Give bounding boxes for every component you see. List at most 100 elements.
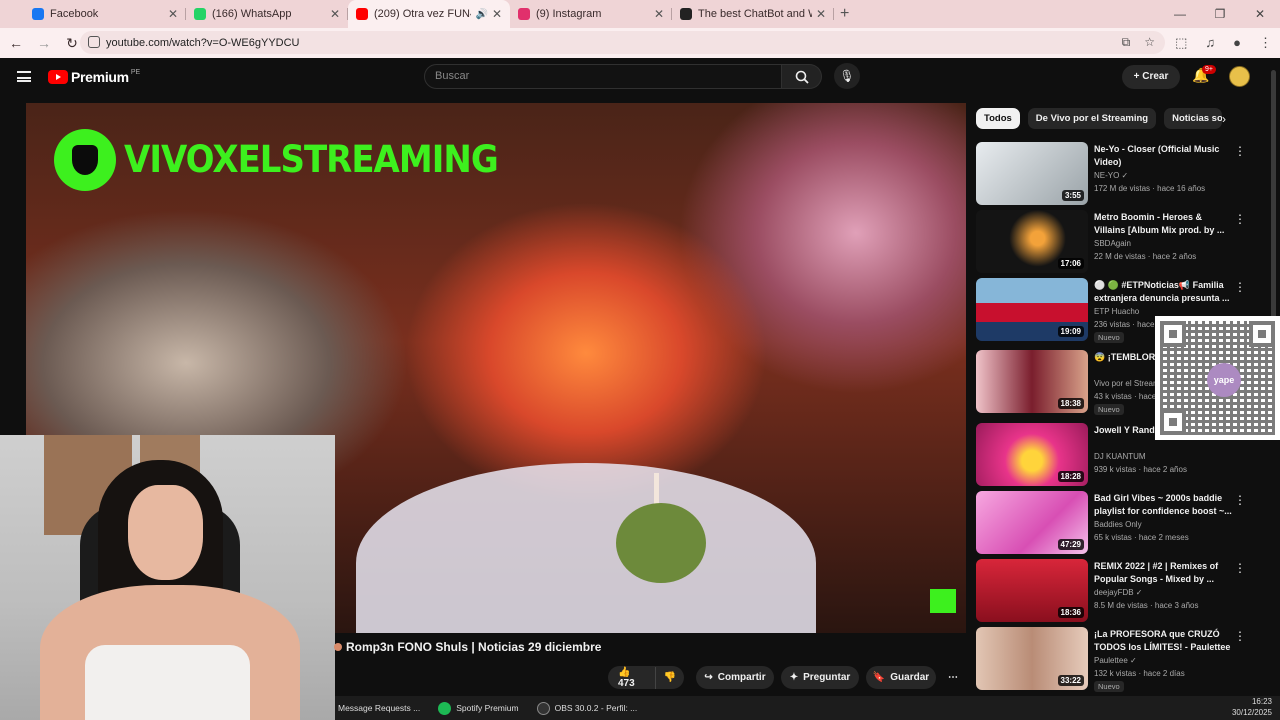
- more-vert-icon[interactable]: ⋮: [1234, 212, 1246, 226]
- rec-title[interactable]: ⚪ 🟢 #ETPNoticias📢 Familia extranjera den…: [1094, 279, 1234, 305]
- address-bar[interactable]: youtube.com/watch?v=O-WE6gYYDCU ⧉ ☆: [80, 31, 1165, 54]
- instagram-icon: [518, 8, 530, 20]
- profile-icon[interactable]: ●: [1233, 35, 1241, 51]
- youtube-header: Premium PE Buscar 🎙 + Crear 🔔 9+: [0, 58, 1280, 98]
- avatar[interactable]: [1229, 66, 1250, 87]
- list-item[interactable]: 33:22 ¡La PROFESORA que CRUZÓ TODOS los …: [976, 627, 1276, 692]
- maximize-icon[interactable]: ❐: [1200, 0, 1240, 28]
- close-icon[interactable]: ✕: [816, 7, 826, 21]
- ask-button[interactable]: ✦ Preguntar: [781, 666, 859, 689]
- url-text: youtube.com/watch?v=O-WE6gYYDCU: [106, 36, 300, 49]
- channel-avatar[interactable]: [334, 643, 342, 651]
- share-button[interactable]: ↪ Compartir: [696, 666, 774, 689]
- close-icon[interactable]: ✕: [492, 7, 502, 21]
- create-button[interactable]: + Crear: [1122, 65, 1180, 89]
- taskbar-item-messages[interactable]: Message Requests ...: [338, 703, 420, 713]
- more-vert-icon[interactable]: ⋮: [1234, 493, 1246, 507]
- forward-icon[interactable]: →: [32, 35, 56, 51]
- more-vert-icon[interactable]: ⋮: [1234, 629, 1246, 643]
- close-icon[interactable]: ✕: [330, 7, 340, 21]
- tab-chatbot[interactable]: The best ChatBot and Widgets ✕: [672, 0, 834, 28]
- save-button[interactable]: 🔖 Guardar: [866, 666, 936, 689]
- menu-icon[interactable]: ⋮: [1259, 35, 1272, 51]
- taskbar-item-spotify[interactable]: Spotify Premium: [438, 701, 519, 715]
- more-actions-icon[interactable]: ⋯: [941, 666, 965, 689]
- clock-date: 30/12/2025: [1231, 708, 1272, 717]
- rec-title[interactable]: Bad Girl Vibes ~ 2000s baddie playlist f…: [1094, 492, 1234, 518]
- hamburger-menu-icon[interactable]: [17, 71, 31, 82]
- rec-channel[interactable]: Paulettee ✓: [1094, 656, 1137, 665]
- chip-noticias[interactable]: Noticias sob: [1164, 108, 1223, 129]
- list-item[interactable]: 3:55 Ne-Yo - Closer (Official Music Vide…: [976, 142, 1276, 206]
- new-tab-icon[interactable]: +: [840, 5, 849, 23]
- media-icon[interactable]: ♫: [1205, 35, 1215, 51]
- system-clock[interactable]: 16:23 30/12/2025: [1232, 696, 1272, 718]
- video-thumbnail[interactable]: 47:29: [976, 491, 1088, 554]
- youtube-logo[interactable]: Premium PE: [48, 69, 140, 85]
- video-thumbnail[interactable]: 19:09: [976, 278, 1088, 341]
- like-button[interactable]: 👍 473: [608, 666, 656, 689]
- video-thumbnail[interactable]: 17:06: [976, 210, 1088, 273]
- tab-label: (166) WhatsApp: [212, 8, 292, 20]
- close-icon[interactable]: ✕: [168, 7, 178, 21]
- rec-title[interactable]: ¡La PROFESORA que CRUZÓ TODOS los LÍMITE…: [1094, 628, 1234, 654]
- rec-channel[interactable]: Vivo por el Stream: [1094, 379, 1160, 388]
- tab-facebook[interactable]: Facebook ✕: [24, 0, 186, 28]
- spotify-icon: [438, 701, 452, 715]
- chip-todos[interactable]: Todos: [976, 108, 1020, 129]
- tab-label: The best ChatBot and Widgets: [698, 8, 812, 20]
- video-thumbnail[interactable]: 18:36: [976, 559, 1088, 622]
- site-info-icon[interactable]: [88, 36, 100, 48]
- back-icon[interactable]: ←: [4, 35, 28, 51]
- video-thumbnail[interactable]: 3:55: [976, 142, 1088, 205]
- rec-channel[interactable]: DJ KUANTUM: [1094, 452, 1146, 461]
- list-item[interactable]: 18:36 REMIX 2022 | #2 | Remixes of Popul…: [976, 559, 1276, 623]
- duration-badge: 33:22: [1057, 675, 1084, 686]
- scrollbar[interactable]: [1271, 70, 1276, 340]
- close-window-icon[interactable]: ✕: [1240, 0, 1280, 28]
- ask-label: Preguntar: [803, 672, 851, 683]
- webcam-overlay: [0, 435, 335, 720]
- rec-channel[interactable]: SBDAgain: [1094, 239, 1131, 248]
- rec-channel[interactable]: deejayFDB ✓: [1094, 588, 1143, 597]
- cast-icon[interactable]: ⧉: [1122, 35, 1131, 50]
- rec-title[interactable]: Metro Boomin - Heroes & Villains [Album …: [1094, 211, 1234, 237]
- rec-title[interactable]: REMIX 2022 | #2 | Remixes of Popular Son…: [1094, 560, 1234, 586]
- close-icon[interactable]: ✕: [654, 7, 664, 21]
- related-filter-chips: Todos De Vivo por el Streaming Noticias …: [976, 108, 1223, 129]
- list-item[interactable]: 17:06 Metro Boomin - Heroes & Villains […: [976, 210, 1276, 274]
- tab-youtube[interactable]: (209) Otra vez FUN4D 🔊 ✕: [348, 0, 510, 28]
- minimize-icon[interactable]: —: [1160, 0, 1200, 28]
- tab-instagram[interactable]: (9) Instagram ✕: [510, 0, 672, 28]
- rec-meta: 172 M de vistas · hace 16 años: [1094, 184, 1206, 193]
- clock-time: 16:23: [1251, 697, 1272, 706]
- chevron-right-icon[interactable]: ›: [1222, 112, 1226, 126]
- rec-title[interactable]: Ne-Yo - Closer (Official Music Video): [1094, 143, 1234, 169]
- like-dislike-group: 👍 473 👎: [608, 666, 684, 689]
- microphone-icon[interactable]: 🎙: [834, 63, 860, 89]
- speaker-icon[interactable]: 🔊: [475, 9, 487, 20]
- video-thumbnail[interactable]: 18:38: [976, 350, 1088, 413]
- video-thumbnail[interactable]: 18:28: [976, 423, 1088, 486]
- duration-badge: 18:28: [1057, 471, 1084, 482]
- rec-channel[interactable]: NE-YO ✓: [1094, 171, 1128, 180]
- rec-channel[interactable]: Baddies Only: [1094, 520, 1142, 529]
- more-vert-icon[interactable]: ⋮: [1234, 280, 1246, 294]
- bookmark-star-icon[interactable]: ☆: [1144, 35, 1155, 50]
- search-input[interactable]: Buscar: [424, 64, 782, 89]
- rec-channel[interactable]: ETP Huacho: [1094, 307, 1139, 316]
- chip-de-vivo[interactable]: De Vivo por el Streaming: [1027, 108, 1157, 129]
- youtube-icon: [356, 8, 368, 20]
- logo-text: Premium: [71, 69, 129, 85]
- search-button[interactable]: [782, 64, 822, 89]
- taskbar-item-obs[interactable]: OBS 30.0.2 - Perfil: ...: [536, 701, 637, 715]
- tab-whatsapp[interactable]: (166) WhatsApp ✕: [186, 0, 348, 28]
- new-badge: Nuevo: [1094, 404, 1124, 415]
- more-vert-icon[interactable]: ⋮: [1234, 561, 1246, 575]
- dislike-icon[interactable]: 👎: [656, 672, 684, 683]
- list-item[interactable]: 47:29 Bad Girl Vibes ~ 2000s baddie play…: [976, 491, 1276, 555]
- duration-badge: 18:38: [1057, 398, 1084, 409]
- more-vert-icon[interactable]: ⋮: [1234, 144, 1246, 158]
- extensions-icon[interactable]: ⬚: [1175, 35, 1187, 51]
- video-thumbnail[interactable]: 33:22: [976, 627, 1088, 690]
